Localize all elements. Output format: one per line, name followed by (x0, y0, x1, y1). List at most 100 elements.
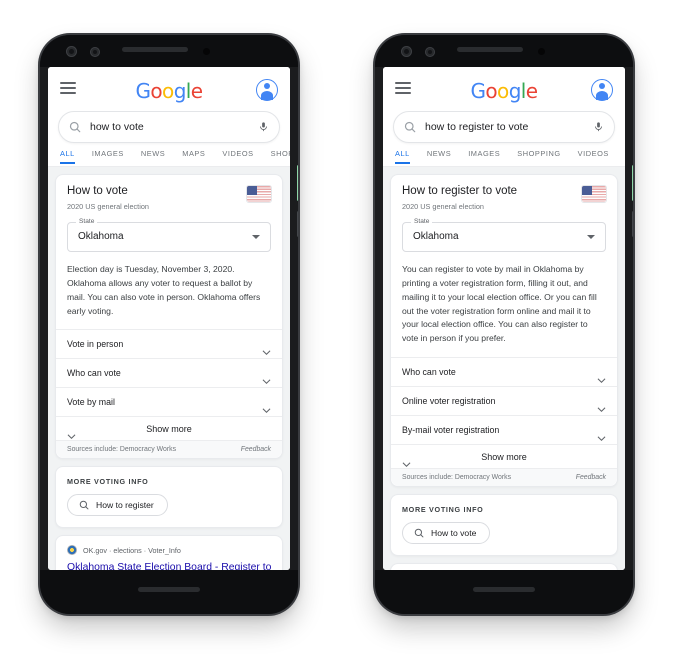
chip-wrap: How to register (56, 486, 282, 527)
search-result: OK.gov · elections · Voter_Info Oklahoma… (56, 536, 282, 570)
show-more-label: Show more (146, 423, 192, 434)
tab-shopping[interactable]: SHOPPIN (271, 149, 290, 162)
feedback-link[interactable]: Feedback (241, 446, 271, 453)
chevron-down-icon (597, 370, 606, 383)
tab-shopping[interactable]: SHOPPING (517, 149, 560, 162)
search-result-card: OK.gov · elections · Voter_Info Oklahoma… (55, 535, 283, 570)
sources-text: Sources include: Democracy Works (402, 474, 512, 482)
accordion-who-can-vote[interactable]: Who can vote (56, 358, 282, 387)
front-sensor-camera-icon (90, 47, 100, 57)
search-result-card: OK.gov · elections · Voter_Info (390, 563, 618, 570)
sources-bar: Sources include: Democracy Works Feedbac… (56, 440, 282, 459)
tab-videos[interactable]: VIDEOS (222, 149, 253, 162)
volume-button[interactable] (632, 211, 633, 237)
proximity-sensor-icon (203, 48, 210, 55)
tab-images[interactable]: IMAGES (468, 149, 500, 162)
show-more-label: Show more (481, 451, 527, 462)
tab-maps[interactable]: MAPS (182, 149, 205, 162)
search-tabs-left: ALL IMAGES NEWS MAPS VIDEOS SHOPPIN (48, 149, 290, 167)
tab-videos[interactable]: VIDEOS (578, 149, 609, 162)
chevron-down-icon (262, 342, 271, 355)
how-to-vote-chip[interactable]: How to vote (402, 522, 491, 545)
state-select-wrap: State Oklahoma (402, 217, 606, 252)
result-url-line: OK.gov · elections · Voter_Info (67, 545, 271, 556)
feedback-link[interactable]: Feedback (576, 474, 606, 481)
tab-news[interactable]: NEWS (427, 149, 451, 162)
microphone-icon[interactable] (258, 120, 269, 134)
voting-info-card: How to vote 2020 US general election Sta… (55, 174, 283, 460)
page-title: How to vote (67, 185, 128, 197)
power-button[interactable] (632, 165, 633, 201)
accordion-vote-in-person[interactable]: Vote in person (56, 329, 282, 358)
card-subtitle: 2020 US general election (402, 201, 484, 211)
bottom-speaker-grille (473, 587, 535, 592)
accordion-who-can-vote[interactable]: Who can vote (391, 357, 617, 386)
accordion-by-mail-voter-registration[interactable]: By-mail voter registration (391, 415, 617, 444)
google-logo: Google (135, 79, 204, 103)
search-bar[interactable]: how to vote (58, 111, 280, 143)
tab-news[interactable]: NEWS (141, 149, 165, 162)
proximity-sensor-icon (538, 48, 545, 55)
more-voting-info-card: MORE VOTING INFO How to register (55, 466, 283, 529)
accordion-label: Who can vote (67, 368, 121, 379)
sources-bar: Sources include: Democracy Works Feedbac… (391, 468, 617, 487)
chevron-down-icon (252, 234, 260, 239)
phone-device-left: Google how to vote ALL IMAGES NEWS MAPS … (40, 35, 298, 614)
state-select-label: State (411, 217, 433, 225)
accordion-label: Online voter registration (402, 396, 496, 407)
how-to-register-chip[interactable]: How to register (67, 494, 168, 517)
state-select[interactable]: State Oklahoma (402, 217, 606, 252)
more-voting-info-card: MORE VOTING INFO How to vote (390, 494, 618, 557)
front-camera-icon (401, 46, 412, 57)
google-logo: Google (470, 79, 539, 103)
chevron-down-icon (262, 371, 271, 384)
account-avatar-icon[interactable] (256, 79, 278, 101)
accordion-online-voter-registration[interactable]: Online voter registration (391, 386, 617, 415)
more-voting-info-title: MORE VOTING INFO (67, 477, 149, 487)
phone-bottom-bezel (375, 570, 633, 614)
state-select[interactable]: State Oklahoma (67, 217, 271, 252)
power-button[interactable] (297, 165, 298, 201)
results-content-left: How to vote 2020 US general election Sta… (48, 167, 290, 570)
tab-images[interactable]: IMAGES (92, 149, 124, 162)
show-more-button[interactable]: Show more (56, 416, 282, 440)
chevron-down-icon (262, 400, 271, 413)
search-input[interactable]: how to vote (90, 121, 249, 133)
us-flag-icon (247, 186, 271, 202)
chip-label: How to vote (431, 528, 477, 539)
hamburger-menu-icon[interactable] (60, 82, 76, 94)
accordion-label: Vote in person (67, 339, 124, 350)
result-title-link[interactable]: Oklahoma State Election Board - Register… (67, 561, 271, 570)
accordion-vote-by-mail[interactable]: Vote by mail (56, 387, 282, 416)
tab-all[interactable]: ALL (395, 149, 410, 164)
hamburger-menu-icon[interactable] (395, 82, 411, 94)
card-header: How to register to vote 2020 US general … (391, 175, 617, 357)
chevron-down-icon (587, 234, 595, 239)
search-icon (79, 500, 89, 510)
accordion-label: By-mail voter registration (402, 425, 500, 436)
chip-wrap: How to vote (391, 514, 617, 555)
search-input[interactable]: how to register to vote (425, 121, 584, 133)
state-select-wrap: State Oklahoma (67, 217, 271, 252)
card-subtitle: 2020 US general election (67, 201, 149, 211)
volume-button[interactable] (297, 211, 298, 237)
account-avatar-icon[interactable] (591, 79, 613, 101)
search-bar[interactable]: how to register to vote (393, 111, 615, 143)
result-url: OK.gov · elections · Voter_Info (83, 545, 181, 555)
microphone-icon[interactable] (593, 120, 604, 134)
phone-device-right: Google how to register to vote ALL NEWS (375, 35, 633, 614)
search-icon (414, 528, 424, 538)
search-icon (404, 121, 416, 133)
earpiece-speaker-grille (457, 47, 523, 52)
chevron-down-icon (597, 428, 606, 441)
state-select-label: State (76, 217, 98, 225)
voting-info-card: How to register to vote 2020 US general … (390, 174, 618, 488)
more-voting-info-title: MORE VOTING INFO (402, 505, 484, 515)
chip-label: How to register (96, 500, 154, 511)
show-more-button[interactable]: Show more (391, 444, 617, 468)
site-favicon-icon (67, 545, 77, 556)
phone-top-bezel (375, 35, 633, 67)
results-content-right: How to register to vote 2020 US general … (383, 167, 625, 570)
tab-all[interactable]: ALL (60, 149, 75, 164)
accordion-label: Who can vote (402, 367, 456, 378)
